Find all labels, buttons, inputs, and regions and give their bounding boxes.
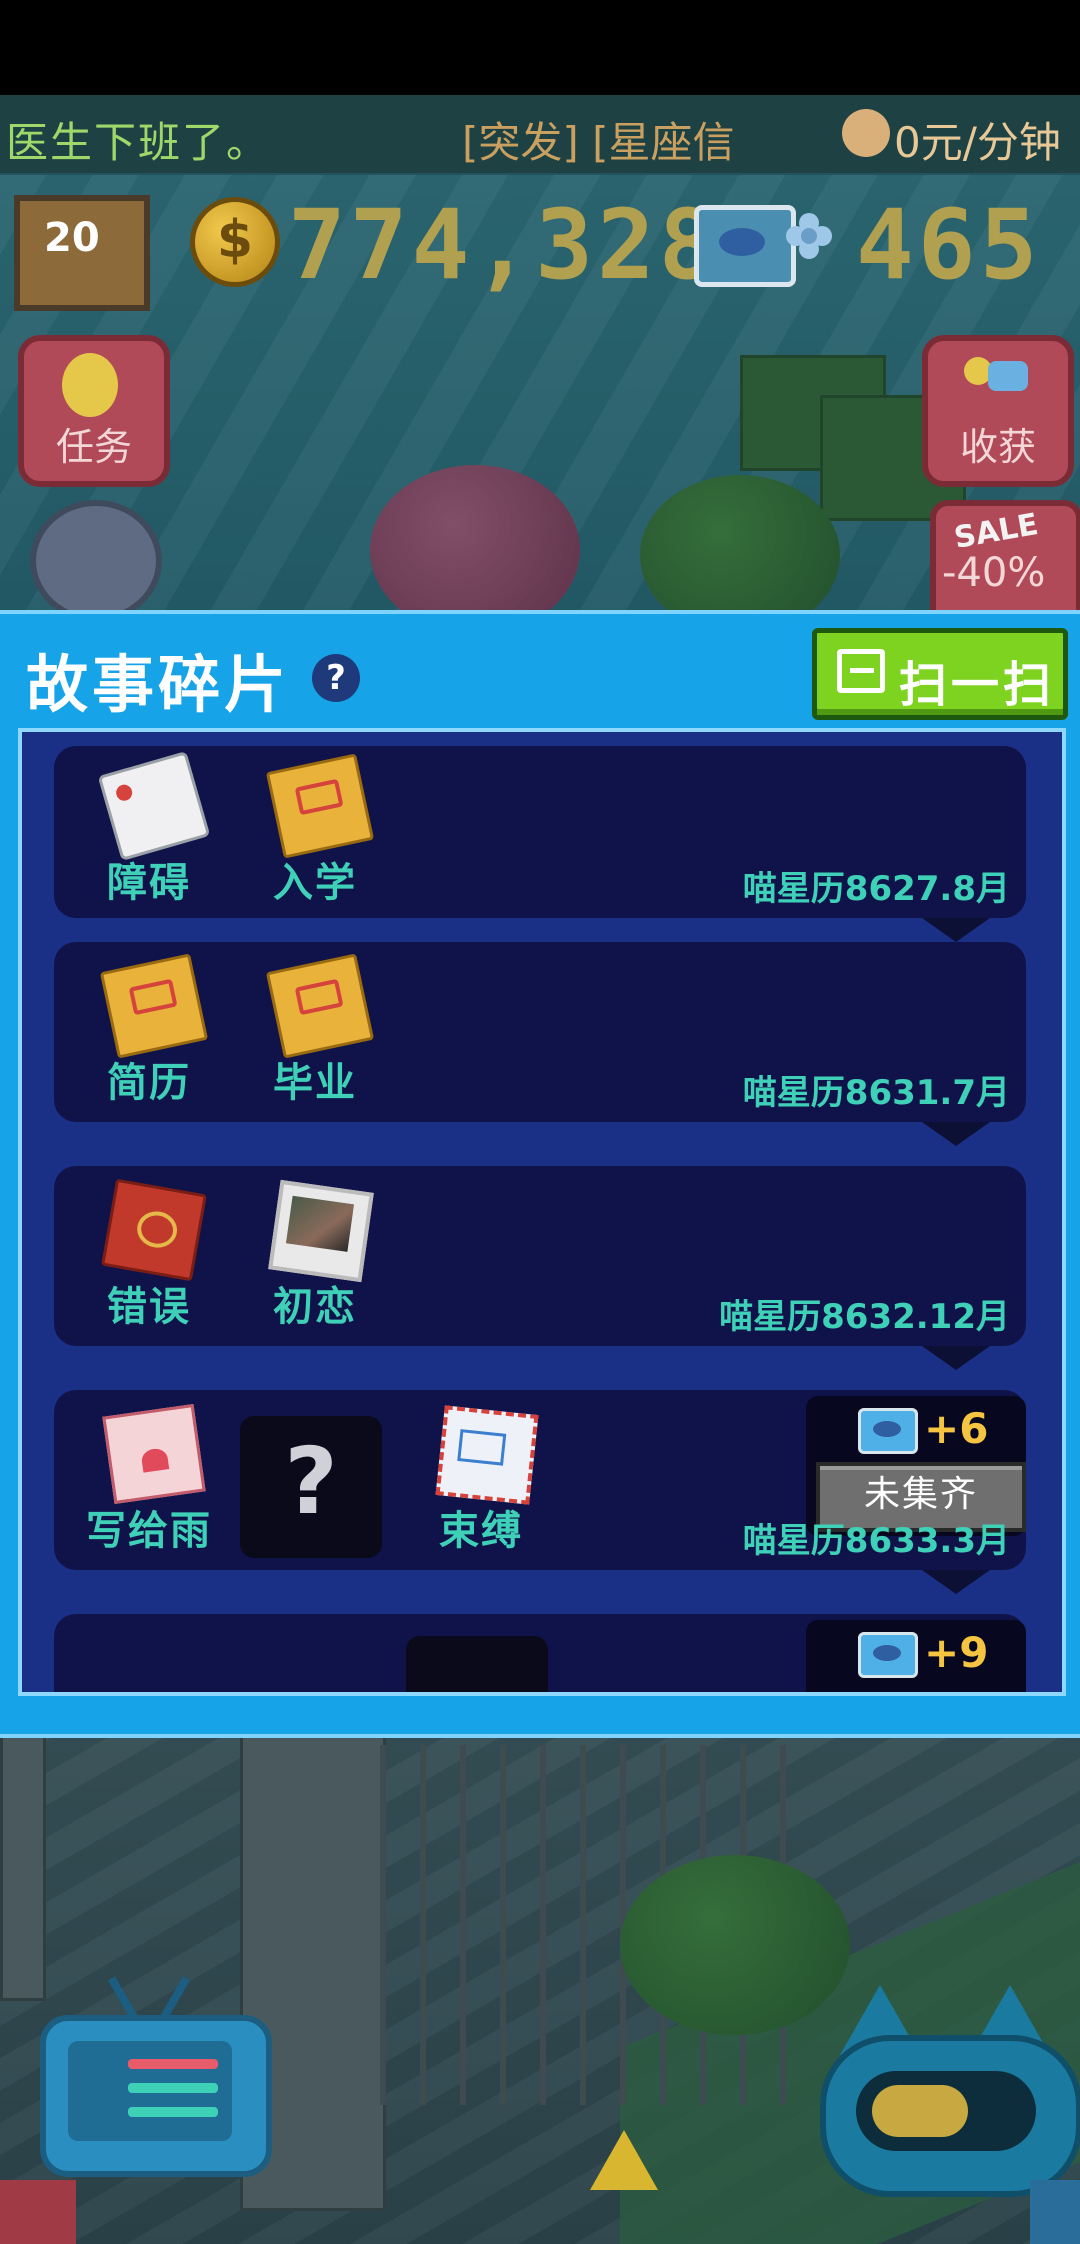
envelope-icon <box>99 953 209 1059</box>
medical-record-icon <box>97 751 211 861</box>
tv-menu-icon <box>40 2015 272 2177</box>
fragment-item[interactable]: 写给雨 <box>74 1400 224 1560</box>
row-date: 喵星历8627.8月 <box>742 869 1010 909</box>
sale-text: SALE <box>951 506 1041 557</box>
sale-percent: -40% <box>942 550 1046 596</box>
scan-label: 扫一扫 <box>899 657 1056 713</box>
gem-amount: 465 <box>856 189 1042 301</box>
income-rate: 0元/分钟 <box>894 118 1061 167</box>
red-booklet-icon <box>101 1178 207 1282</box>
lightning-icon <box>1030 2180 1080 2244</box>
help-icon[interactable]: ? <box>312 654 360 702</box>
question-mark-icon: ? <box>284 1428 338 1535</box>
fragment-row: 简历 毕业 喵星历8631.7月 <box>54 942 1026 1122</box>
photo-icon <box>268 1179 374 1283</box>
fragment-row: 错误 初恋 喵星历8632.12月 <box>54 1166 1026 1346</box>
news-ticker: 医生下班了。 [突发] [星座信 0元/分钟 <box>0 95 1080 173</box>
harvest-button[interactable]: 收获 <box>922 335 1074 487</box>
harvest-label: 收获 <box>959 425 1036 469</box>
row-date: 喵星历8633.3月 <box>742 1521 1010 1561</box>
task-label: 任务 <box>55 425 132 469</box>
fragment-list[interactable]: 障碍 入学 喵星历8627.8月 简历 毕业 喵星历8631.7月 错误 初恋 … <box>18 728 1066 1696</box>
fish-tv-icon[interactable] <box>694 205 796 287</box>
envelope-icon <box>265 753 375 859</box>
fragment-item[interactable]: 初恋 <box>240 1176 390 1336</box>
scan-icon <box>837 649 885 693</box>
top-hud: 20 $ 774,328 465 <box>0 175 1080 335</box>
fragment-row: 写给雨 ? 束缚 +6 未集齐 喵星历8633.3月 <box>54 1390 1026 1570</box>
fish-tv-icon <box>858 1408 918 1454</box>
cat-button[interactable] <box>820 1985 1080 2197</box>
dialog-title: 故事碎片 <box>26 648 291 721</box>
fragment-label: 障碍 <box>107 860 191 906</box>
fragment-row: +9 <box>54 1614 1026 1692</box>
fragment-label: 束缚 <box>439 1508 523 1554</box>
fragment-label: 写给雨 <box>86 1508 212 1554</box>
locked-fragment[interactable] <box>406 1636 548 1692</box>
timeline-arrow <box>922 1346 990 1370</box>
envelope-icon <box>265 953 375 1059</box>
money-amount: 774,328 <box>288 189 721 301</box>
story-fragments-dialog: 故事碎片 ? 扫一扫 障碍 入学 喵星历8627.8月 简历 毕业 喵星历863… <box>0 610 1080 1738</box>
timeline-arrow <box>922 1570 990 1594</box>
ticker-left-text: 医生下班了。 <box>6 118 271 167</box>
task-button[interactable]: 任务 <box>18 335 170 487</box>
scan-button[interactable]: 扫一扫 <box>812 628 1068 720</box>
reward-amount: +9 <box>924 1628 989 1677</box>
level-badge[interactable]: 20 <box>14 195 150 311</box>
fragment-item[interactable]: 障碍 <box>74 751 224 912</box>
status-bar <box>0 0 1080 95</box>
reward-box: +9 <box>806 1620 1026 1692</box>
fragment-label: 简历 <box>107 1060 191 1106</box>
fragment-label: 入学 <box>273 860 357 906</box>
fragment-item[interactable]: 入学 <box>240 752 390 912</box>
tv-menu-button[interactable] <box>40 1975 272 2177</box>
warning-sign-icon <box>590 2130 658 2190</box>
locked-fragment[interactable]: ? <box>240 1416 382 1558</box>
row-date: 喵星历8632.12月 <box>719 1297 1010 1337</box>
fragment-item[interactable]: 毕业 <box>240 952 390 1112</box>
lightbulb-icon <box>62 353 118 417</box>
plus-icon <box>786 213 832 259</box>
fragment-label: 初恋 <box>273 1284 357 1330</box>
airmail-icon <box>435 1405 539 1505</box>
timeline-arrow <box>922 1122 990 1146</box>
fragment-label: 毕业 <box>273 1060 357 1106</box>
love-letter-icon <box>102 1404 206 1504</box>
ticker-event-text: [突发] [星座信 <box>462 118 735 167</box>
fragment-label: 错误 <box>107 1284 191 1330</box>
reward-amount: +6 <box>924 1404 989 1453</box>
timeline-arrow <box>922 918 990 942</box>
coin-icon: $ <box>190 197 280 287</box>
row-date: 喵星历8631.7月 <box>742 1073 1010 1113</box>
fragment-item[interactable]: 简历 <box>74 952 224 1112</box>
first-aid-icon <box>0 2180 76 2244</box>
level-number: 20 <box>44 215 100 261</box>
fragment-item[interactable]: 错误 <box>74 1176 224 1336</box>
fragment-row: 障碍 入学 喵星历8627.8月 <box>54 746 1026 918</box>
cat-icon <box>820 2035 1080 2197</box>
fragment-item[interactable]: 束缚 <box>406 1400 556 1560</box>
piggy-bank-icon <box>842 109 890 157</box>
fish-tv-icon <box>858 1632 918 1678</box>
ambulance-button[interactable] <box>30 500 162 622</box>
harvest-icon <box>964 357 1028 391</box>
